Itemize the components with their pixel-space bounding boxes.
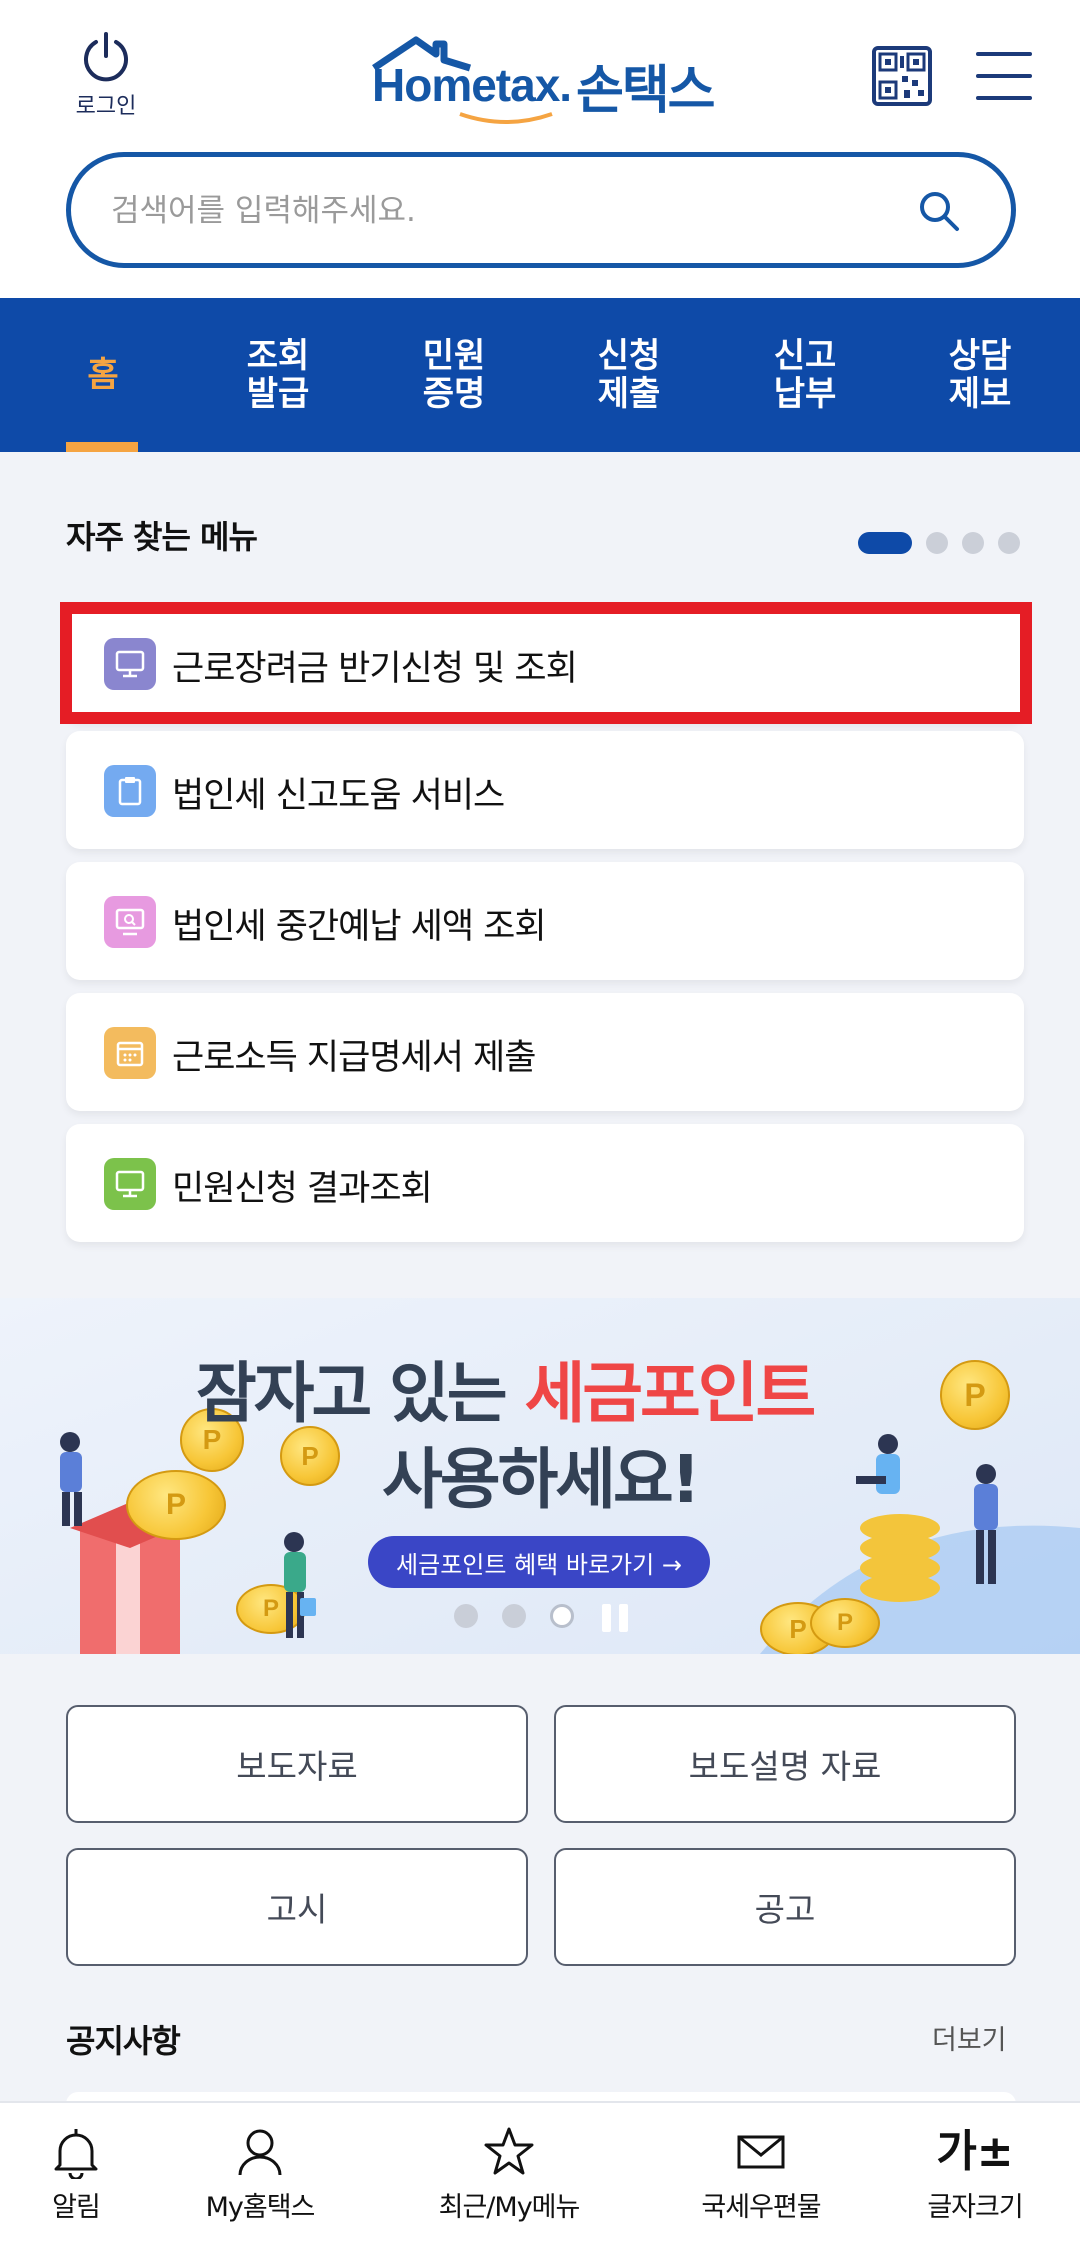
tab-label: 알림: [52, 2192, 101, 2223]
banner-indicator[interactable]: [502, 1604, 526, 1628]
logo-ko: 손택스: [576, 61, 716, 121]
frequent-menu-item[interactable]: 법인세 중간예납 세액 조회: [66, 862, 1024, 980]
nav-civil-certificate[interactable]: 민원 증명: [379, 298, 529, 452]
main-nav: 홈 조회 발급 민원 증명 신청 제출 신고 납부 상담 제보: [0, 298, 1080, 452]
banner-indicator-current[interactable]: [550, 1604, 574, 1628]
tab-notifications[interactable]: 알림: [36, 2125, 116, 2224]
tab-label: My홈택스: [205, 2192, 316, 2223]
power-icon: [84, 32, 128, 82]
bottom-tab-bar: 알림 My홈택스 최근/My메뉴 국세우편물 가± 글자크기: [0, 2101, 1080, 2241]
header: 로그인 Hometax. 손택스: [0, 0, 1080, 298]
banner-headline-1: 잠자고 있는 세금포인트: [196, 1355, 816, 1432]
tab-tax-mail[interactable]: 국세우편물: [696, 2125, 826, 2224]
pause-icon-bar: [602, 1604, 611, 1632]
login-button[interactable]: 로그인: [66, 30, 146, 120]
nav-home[interactable]: 홈: [28, 298, 178, 452]
hamburger-menu-button[interactable]: [976, 52, 1032, 102]
nav-consult-report[interactable]: 상담 제보: [905, 298, 1055, 452]
coin-icon: P: [810, 1598, 880, 1648]
pager-dot[interactable]: [962, 532, 984, 554]
announcement-gosi-button[interactable]: 고시: [66, 1848, 528, 1966]
monitor-icon: [104, 1158, 156, 1210]
qr-icon: [878, 52, 926, 100]
nav-apply-submit[interactable]: 신청 제출: [554, 298, 704, 452]
nav-report-pay[interactable]: 신고 납부: [730, 298, 880, 452]
font-size-icon: 가±: [936, 2126, 1014, 2177]
frequent-menu-item[interactable]: 법인세 신고도움 서비스: [66, 731, 1024, 849]
logo-en: Hometax.: [372, 59, 572, 111]
press-explanation-button[interactable]: 보도설명 자료: [554, 1705, 1016, 1823]
nav-inquiry-issue[interactable]: 조회 발급: [203, 298, 353, 452]
clipboard-icon: [104, 765, 156, 817]
pause-icon-bar: [619, 1604, 628, 1632]
frequent-menu-item[interactable]: 근로소득 지급명세서 제출: [66, 993, 1024, 1111]
notice-title: 공지사항: [66, 2022, 181, 2060]
login-label: 로그인: [75, 94, 137, 119]
pager-dot[interactable]: [998, 532, 1020, 554]
pager-dot[interactable]: [926, 532, 948, 554]
menu-icon-bar: [976, 52, 1032, 56]
qr-code-button[interactable]: [872, 46, 932, 106]
user-icon: [238, 2129, 282, 2176]
press-release-button[interactable]: 보도자료: [66, 1705, 528, 1823]
frequent-menu-label: 민원신청 결과조회: [172, 1169, 433, 1209]
frequent-menu-label: 법인세 중간예납 세액 조회: [172, 907, 547, 947]
banner-indicator[interactable]: [454, 1604, 478, 1628]
search-icon[interactable]: [917, 189, 961, 233]
tab-label: 국세우편물: [701, 2192, 821, 2223]
search-input[interactable]: [111, 185, 891, 237]
tab-label: 글자크기: [927, 2192, 1023, 2223]
tab-font-size[interactable]: 가± 글자크기: [920, 2125, 1030, 2224]
menu-icon-bar: [976, 74, 1032, 78]
pager-dot-active[interactable]: [858, 532, 912, 554]
banner-pause-button[interactable]: [600, 1604, 630, 1632]
bell-icon: [54, 2129, 98, 2179]
star-icon: [484, 2127, 534, 2175]
banner-cta-button[interactable]: 세금포인트 혜택 바로가기 →: [368, 1536, 710, 1588]
frequent-menu-label: 근로소득 지급명세서 제출: [172, 1038, 536, 1078]
menu-icon-bar: [976, 96, 1032, 100]
mail-icon: [737, 2135, 785, 2169]
search-box[interactable]: [66, 152, 1016, 268]
highlight-box: [60, 602, 1032, 724]
frequent-menu-item[interactable]: 민원신청 결과조회: [66, 1124, 1024, 1242]
monitor-search-icon: [104, 896, 156, 948]
notice-more-link[interactable]: 더보기: [932, 2018, 1007, 2057]
hometax-logo[interactable]: Hometax. 손택스: [366, 36, 726, 126]
nav-active-underline: [66, 442, 138, 452]
coin-icon: P: [940, 1360, 1010, 1430]
frequent-menu-label: 법인세 신고도움 서비스: [172, 776, 505, 816]
calendar-icon: [104, 1027, 156, 1079]
promo-banner[interactable]: P P P P 잠자고 있는 세금포인트 사용하세요! 세금포인트 혜택 바로가…: [0, 1298, 1080, 1654]
logo-swoosh: [459, 112, 553, 124]
public-notice-button[interactable]: 공고: [554, 1848, 1016, 1966]
tab-label: 최근/My메뉴: [438, 2192, 581, 2223]
tab-recent-my-menu[interactable]: 최근/My메뉴: [436, 2125, 582, 2224]
tab-my-hometax[interactable]: My홈택스: [200, 2125, 320, 2224]
banner-person-icon: [284, 1532, 316, 1638]
frequent-menu-title: 자주 찾는 메뉴: [66, 518, 258, 556]
